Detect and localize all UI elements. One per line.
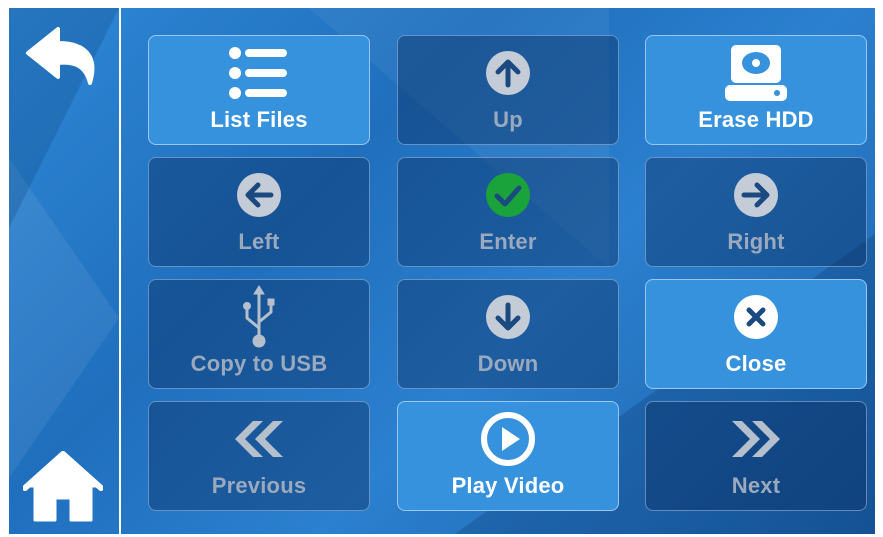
next-label: Next — [731, 473, 781, 498]
home-button[interactable] — [21, 444, 105, 528]
close-label: Close — [725, 351, 787, 376]
down-label: Down — [477, 351, 539, 376]
right-button[interactable]: Right — [645, 157, 867, 267]
enter-button[interactable]: Enter — [397, 157, 619, 267]
erase-hdd-button[interactable]: Erase HDD — [645, 35, 867, 145]
arrow-down-circle-icon — [486, 295, 530, 339]
usb-icon — [243, 285, 275, 348]
home-icon — [23, 451, 103, 522]
up-button[interactable]: Up — [397, 35, 619, 145]
background-facet — [9, 158, 119, 478]
play-video-label: Play Video — [451, 473, 565, 498]
play-video-button[interactable]: Play Video — [397, 401, 619, 511]
list-icon — [229, 47, 287, 99]
up-label: Up — [493, 107, 523, 132]
previous-label: Previous — [211, 473, 307, 498]
arrow-right-circle-icon — [734, 173, 778, 217]
double-chevron-left-icon — [235, 421, 283, 457]
arrow-left-circle-icon — [237, 173, 281, 217]
enter-label: Enter — [479, 229, 537, 254]
erase-hdd-label: Erase HDD — [698, 107, 814, 132]
close-button[interactable]: Close — [645, 279, 867, 389]
check-circle-icon — [486, 173, 530, 217]
back-button[interactable] — [21, 14, 105, 98]
control-panel-screen: List Files Up Erase HDD Left Enter Right… — [9, 8, 875, 534]
back-arrow-icon — [26, 27, 95, 85]
play-circle-icon — [481, 412, 535, 466]
close-circle-icon — [734, 295, 778, 339]
left-label: Left — [238, 229, 280, 254]
copy-to-usb-button[interactable]: Copy to USB — [148, 279, 370, 389]
hard-drive-icon — [725, 45, 787, 101]
list-files-label: List Files — [210, 107, 308, 132]
double-chevron-right-icon — [732, 421, 780, 457]
previous-button[interactable]: Previous — [148, 401, 370, 511]
left-button[interactable]: Left — [148, 157, 370, 267]
sidebar-divider — [119, 8, 121, 534]
list-files-button[interactable]: List Files — [148, 35, 370, 145]
down-button[interactable]: Down — [397, 279, 619, 389]
copy-to-usb-label: Copy to USB — [190, 351, 328, 376]
arrow-up-circle-icon — [486, 51, 530, 95]
next-button[interactable]: Next — [645, 401, 867, 511]
right-label: Right — [727, 229, 785, 254]
